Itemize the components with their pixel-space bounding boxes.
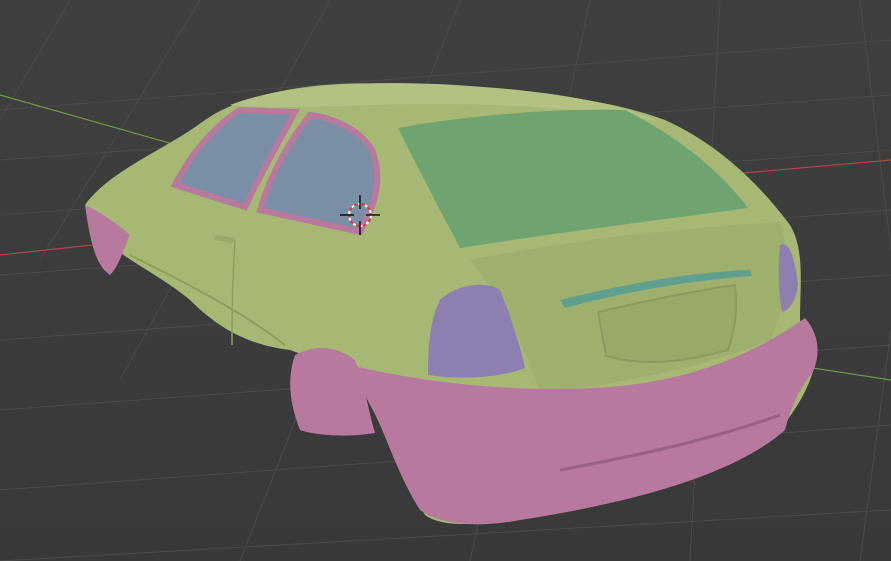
car-model[interactable]	[85, 83, 818, 525]
3d-viewport[interactable]	[0, 0, 891, 561]
viewport-canvas[interactable]	[0, 0, 891, 561]
x-axis-line-far	[719, 159, 891, 176]
